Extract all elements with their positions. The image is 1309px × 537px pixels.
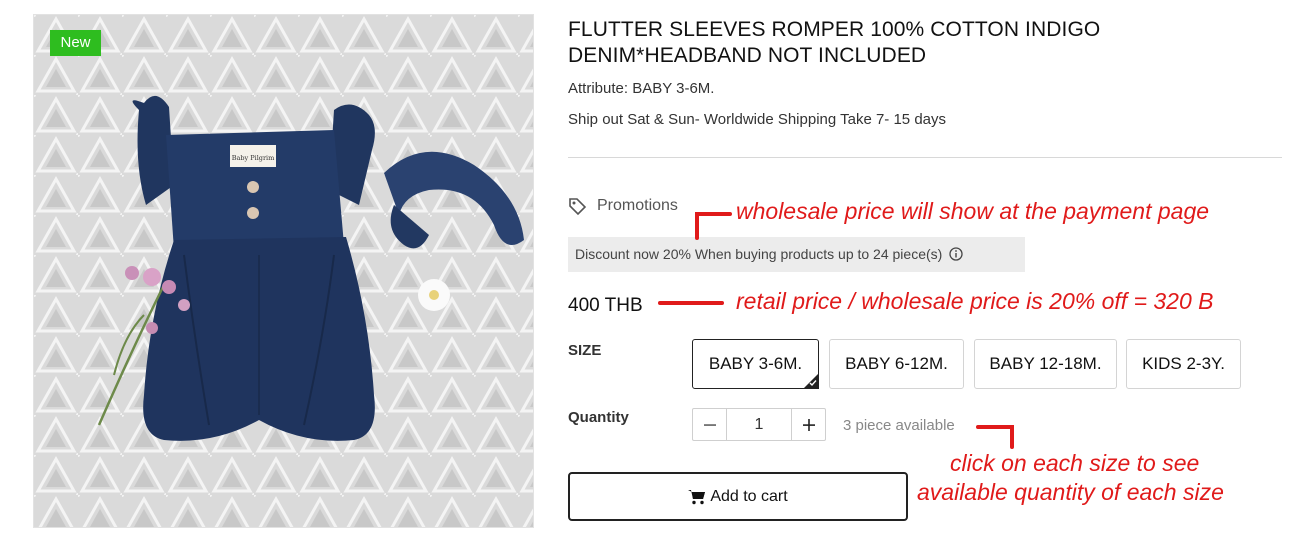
quantity-stepper[interactable]: 1 [692, 408, 826, 441]
product-image[interactable]: Baby Pilgrim [33, 14, 534, 528]
add-to-cart-button[interactable]: Add to cart [568, 472, 908, 521]
size-option-baby-3-6m[interactable]: BABY 3-6M. [692, 339, 819, 389]
product-attribute: Attribute: BABY 3-6M. [568, 80, 715, 97]
garment-label-text: Baby Pilgrim [232, 154, 275, 162]
promotions-label: Promotions [597, 197, 678, 214]
quantity-input[interactable]: 1 [726, 409, 792, 440]
shipping-info: Ship out Sat & Sun- Worldwide Shipping T… [568, 111, 947, 128]
size-option-label: KIDS 2-3Y. [1142, 354, 1225, 373]
annotation-wholesale: wholesale price will show at the payment… [736, 198, 1210, 224]
promotions-header: Promotions [568, 196, 678, 216]
annotation-size-hint-1: click on each size to see [950, 450, 1200, 476]
quantity-increment-button[interactable] [792, 409, 825, 440]
annotation-size-hint-2: available quantity of each size [917, 479, 1224, 505]
new-badge: New [50, 30, 101, 56]
quantity-decrement-button[interactable] [693, 409, 726, 440]
info-icon[interactable] [949, 247, 963, 261]
size-option-baby-12-18m[interactable]: BABY 12-18M. [974, 339, 1117, 389]
product-title: FLUTTER SLEEVES ROMPER 100% COTTON INDIG… [568, 18, 1101, 67]
divider [568, 157, 1282, 158]
available-quantity: 3 piece available [843, 417, 955, 434]
product-price: 400 THB [568, 295, 643, 316]
plus-icon [802, 418, 815, 431]
size-label: SIZE [568, 342, 602, 359]
size-option-label: BABY 6-12M. [845, 354, 948, 373]
discount-banner: Discount now 20% When buying products up… [568, 237, 1025, 272]
quantity-label: Quantity [568, 409, 629, 426]
size-option-label: BABY 3-6M. [708, 354, 803, 373]
add-to-cart-label: Add to cart [710, 487, 788, 505]
annotation-retail: retail price / wholesale price is 20% of… [736, 288, 1214, 314]
product-photo-illustration: Baby Pilgrim [34, 15, 533, 527]
cart-icon [688, 489, 706, 504]
checkmark-icon [809, 380, 817, 387]
tag-icon [569, 198, 587, 216]
discount-text: Discount now 20% When buying products up… [575, 246, 943, 262]
size-option-baby-6-12m[interactable]: BABY 6-12M. [829, 339, 964, 389]
minus-icon [703, 423, 716, 426]
size-option-kids-2-3y[interactable]: KIDS 2-3Y. [1126, 339, 1241, 389]
size-option-label: BABY 12-18M. [989, 354, 1102, 373]
